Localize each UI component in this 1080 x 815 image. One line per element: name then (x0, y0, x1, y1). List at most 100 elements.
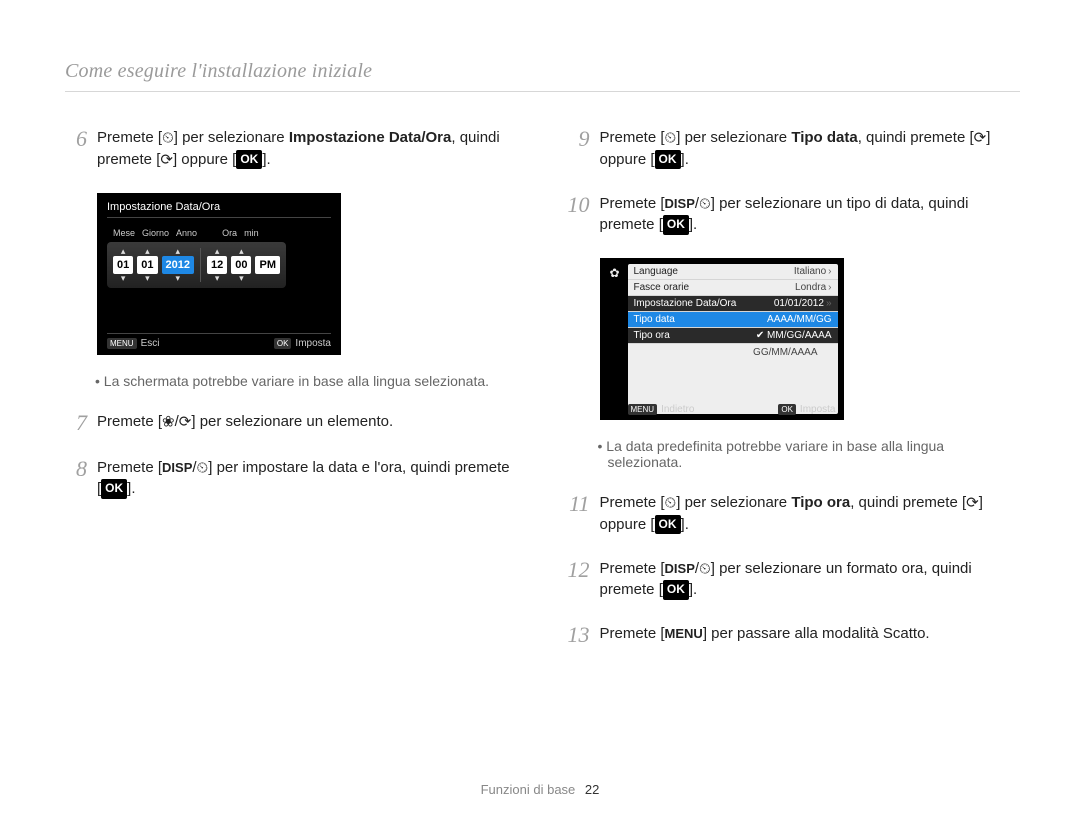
chevron-up-icon[interactable]: ▴ (215, 247, 220, 256)
datetime-spinner[interactable]: ▴01▾ ▴01▾ ▴2012▾ ▴12▾ ▴00▾ ▴PM▾ (107, 242, 286, 288)
right-column: 9 Premete [⏲] per selezionare Tipo data,… (568, 127, 1021, 669)
step-number: 6 (65, 127, 87, 171)
disp-icon: DISP (665, 195, 695, 214)
camera-screen-menu: ✿ LanguageItaliano› Fasce orarieLondra› … (600, 258, 844, 420)
menu-tag-icon: MENU (628, 404, 658, 415)
label-min: min (244, 228, 259, 238)
text: ]. (681, 516, 689, 533)
chevron-right-icon: › (828, 282, 831, 293)
timer-right-icon: ⏲ (665, 130, 677, 147)
chevron-down-icon[interactable]: ▾ (215, 274, 220, 283)
ok-icon: OK (663, 580, 689, 599)
left-column: 6 Premete [⏲] per selezionare Impostazio… (65, 127, 518, 669)
timer-down-icon: ⟳ (179, 413, 192, 430)
step-number: 8 (65, 457, 87, 501)
step-10: 10 Premete [DISP/⏲] per selezionare un t… (568, 193, 1021, 237)
footer-left-label: Esci (141, 338, 160, 349)
value-min: 00 (231, 256, 251, 274)
label-ora: Ora (222, 228, 237, 238)
menu-icon: MENU (665, 625, 703, 644)
menu-tag-icon: MENU (107, 338, 137, 349)
text: Premete [ (600, 129, 665, 146)
timer-right-icon: ⏲ (699, 195, 711, 212)
text-bold: Tipo data (791, 129, 857, 146)
timer-right-icon: ⏲ (197, 459, 209, 476)
gear-icon: ✿ (609, 266, 619, 280)
chevron-down-icon[interactable]: ▾ (145, 274, 150, 283)
step-number: 12 (568, 558, 590, 602)
text: ]. (689, 216, 697, 233)
text: ]. (689, 581, 697, 598)
text: , quindi premete [ (850, 494, 966, 511)
step-number: 11 (568, 492, 590, 536)
menu-row-language[interactable]: LanguageItaliano› (628, 264, 838, 280)
ok-icon: OK (655, 515, 681, 534)
note-1: La schermata potrebbe variare in base al… (97, 373, 518, 389)
step-9: 9 Premete [⏲] per selezionare Tipo data,… (568, 127, 1021, 171)
timer-down-icon: ⟳ (966, 495, 979, 512)
check-icon: ✔ (756, 330, 767, 341)
value-ora: 12 (207, 256, 227, 274)
chevron-up-icon[interactable]: ▴ (239, 247, 244, 256)
text-bold: Tipo ora (791, 494, 850, 511)
step-12: 12 Premete [DISP/⏲] per selezionare un f… (568, 558, 1021, 602)
menu-row-datetime[interactable]: Impostazione Data/Ora01/01/2012» (628, 296, 838, 312)
label-mese: Mese (113, 228, 135, 238)
step-number: 13 (568, 623, 590, 647)
label-giorno: Giorno (142, 228, 169, 238)
timer-right-icon: ⏲ (699, 560, 711, 577)
footer-label: Funzioni di base (481, 782, 576, 797)
step-8: 8 Premete [DISP/⏲] per impostare la data… (65, 457, 518, 501)
timer-right-icon: ⏲ (162, 130, 174, 147)
page-title: Come eseguire l'installazione iniziale (65, 60, 1020, 92)
ok-icon: OK (101, 479, 127, 498)
menu-row-datetype[interactable]: Tipo dataAAAA/MM/GG (628, 312, 838, 328)
menu-row-timezone[interactable]: Fasce orarieLondra› (628, 280, 838, 296)
text: ] per selezionare (174, 129, 289, 146)
ok-icon: OK (655, 150, 681, 169)
ok-icon: OK (236, 150, 262, 169)
page-number: 22 (585, 782, 599, 797)
value-giorno: 01 (137, 256, 157, 274)
text: , quindi premete [ (858, 129, 974, 146)
chevron-right-icon: › (828, 266, 831, 277)
value-mese: 01 (113, 256, 133, 274)
menu-row-timetype[interactable]: Tipo ora✔ MM/GG/AAAA (628, 328, 838, 344)
text: ]. (681, 151, 689, 168)
ok-icon: OK (663, 215, 689, 234)
step-7: 7 Premete [❀/⟳] per selezionare un eleme… (65, 411, 518, 435)
step-11: 11 Premete [⏲] per selezionare Tipo ora,… (568, 492, 1021, 536)
text: Premete [ (600, 494, 665, 511)
text: Premete [ (97, 129, 162, 146)
disp-icon: DISP (162, 459, 192, 478)
footer-right-label: Imposta (800, 404, 836, 415)
step-number: 7 (65, 411, 87, 435)
text: Premete [ (600, 195, 665, 212)
step-6: 6 Premete [⏲] per selezionare Impostazio… (65, 127, 518, 171)
text: Premete [ (600, 560, 665, 577)
text: ] per passare alla modalità Scatto. (703, 625, 930, 642)
chevron-down-icon[interactable]: ▾ (175, 274, 180, 283)
menu-row-option[interactable]: GG/MM/AAAA (628, 344, 838, 360)
chevron-down-icon[interactable]: ▾ (121, 274, 126, 283)
macro-icon: ❀ (162, 413, 175, 430)
text: Premete [ (97, 413, 162, 430)
chevron-down-icon[interactable]: ▾ (239, 274, 244, 283)
note-2: La data predefinita potrebbe variare in … (600, 438, 1021, 470)
timer-right-icon: ⏲ (665, 495, 677, 512)
timer-down-icon: ⟳ (160, 151, 173, 168)
value-ampm: PM (255, 256, 280, 274)
text: Premete [ (97, 459, 162, 476)
text-bold: Impostazione Data/Ora (289, 129, 452, 146)
chevron-up-icon[interactable]: ▴ (121, 247, 126, 256)
text: ] per selezionare un elemento. (191, 413, 393, 430)
step-13: 13 Premete [MENU] per passare alla modal… (568, 623, 1021, 647)
timer-down-icon: ⟳ (974, 130, 987, 147)
chevron-up-icon[interactable]: ▴ (145, 247, 150, 256)
step-number: 9 (568, 127, 590, 171)
chevron-up-icon[interactable]: ▴ (175, 247, 180, 256)
footer-right-label: Imposta (295, 338, 331, 349)
ok-tag-icon: OK (778, 404, 796, 415)
double-chevron-right-icon: » (826, 298, 832, 309)
camera-screen-datetime: Impostazione Data/Ora Mese Giorno Anno O… (97, 193, 341, 355)
